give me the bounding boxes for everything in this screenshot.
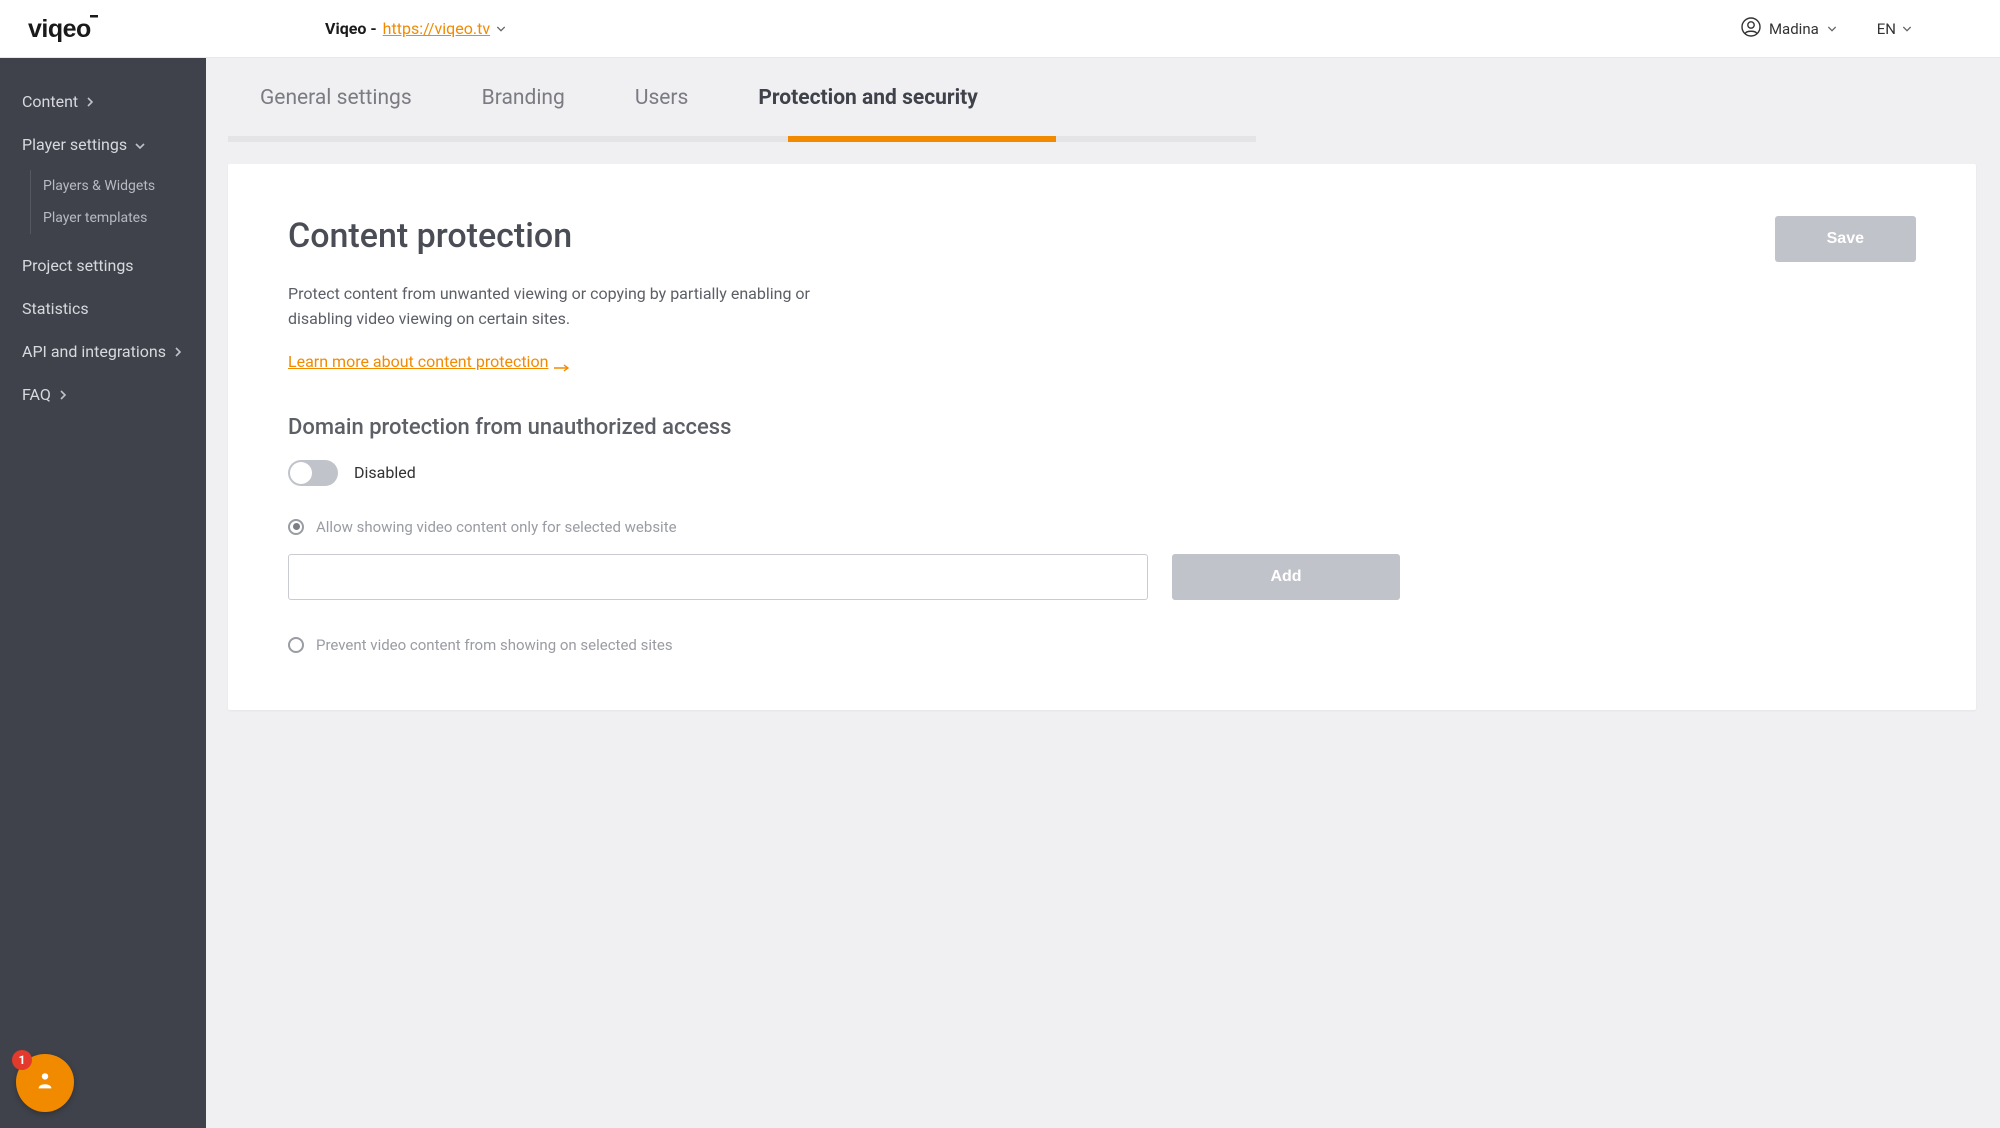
chevron-down-icon <box>1827 24 1837 34</box>
sidebar-item-label: Player settings <box>22 135 127 154</box>
language-label: EN <box>1877 20 1896 38</box>
user-icon <box>1741 17 1761 41</box>
chevron-right-icon <box>174 342 182 361</box>
page-description: Protect content from unwanted viewing or… <box>288 282 848 332</box>
chat-icon <box>34 1070 56 1096</box>
chevron-right-icon <box>59 385 67 404</box>
tab-active-indicator <box>788 136 1056 142</box>
sidebar-item-content[interactable]: Content <box>0 80 206 123</box>
sidebar-sub-player-templates[interactable]: Player templates <box>31 202 206 234</box>
sidebar-item-label: FAQ <box>22 385 51 404</box>
tab-branding[interactable]: Branding <box>482 86 565 136</box>
chevron-down-icon <box>135 135 145 154</box>
chat-badge-count: 1 <box>12 1050 32 1070</box>
tabs-row: General settings Branding Users Protecti… <box>206 58 2000 136</box>
tab-users[interactable]: Users <box>635 86 689 136</box>
svg-text:viqeo: viqeo <box>28 15 91 43</box>
project-prefix: Viqeo - <box>325 19 377 38</box>
radio-prevent-label: Prevent video content from showing on se… <box>316 636 673 654</box>
domain-input[interactable] <box>288 554 1148 600</box>
chevron-right-icon <box>86 92 94 111</box>
radio-allow-label: Allow showing video content only for sel… <box>316 518 677 536</box>
project-selector[interactable]: Viqeo - https://viqeo.tv <box>325 19 506 38</box>
settings-card: Content protection Save Protect content … <box>228 164 1976 710</box>
sidebar-item-label: Project settings <box>22 256 134 275</box>
radio-allow-selected[interactable] <box>288 519 304 535</box>
chevron-down-icon <box>496 24 506 34</box>
sidebar: Content Player settings Players & Widget… <box>0 58 206 1128</box>
radio-prevent-unselected[interactable] <box>288 637 304 653</box>
sidebar-item-project-settings[interactable]: Project settings <box>0 244 206 287</box>
arrow-right-icon <box>554 357 570 365</box>
language-selector[interactable]: EN <box>1877 20 1912 38</box>
tab-protection-security[interactable]: Protection and security <box>758 86 977 136</box>
learn-more-link[interactable]: Learn more about content protection <box>288 352 570 371</box>
sidebar-sub-players-widgets[interactable]: Players & Widgets <box>31 170 206 202</box>
project-url-link[interactable]: https://viqeo.tv <box>383 19 490 38</box>
sidebar-item-player-settings[interactable]: Player settings <box>0 123 206 166</box>
toggle-knob <box>290 462 312 484</box>
user-menu[interactable]: Madina <box>1741 17 1837 41</box>
user-name: Madina <box>1769 20 1819 38</box>
logo: viqeo <box>28 13 130 45</box>
tab-general-settings[interactable]: General settings <box>260 86 412 136</box>
sidebar-item-faq[interactable]: FAQ <box>0 373 206 416</box>
page-title: Content protection <box>288 216 572 256</box>
sidebar-item-statistics[interactable]: Statistics <box>0 287 206 330</box>
learn-more-label: Learn more about content protection <box>288 352 548 371</box>
tab-underline <box>228 136 1256 142</box>
sidebar-item-label: Statistics <box>22 299 89 318</box>
sidebar-item-label: API and integrations <box>22 342 166 361</box>
sidebar-item-api[interactable]: API and integrations <box>0 330 206 373</box>
save-button[interactable]: Save <box>1775 216 1916 262</box>
sidebar-sub-label: Player templates <box>43 210 147 226</box>
toggle-state-label: Disabled <box>354 463 416 482</box>
add-button[interactable]: Add <box>1172 554 1400 600</box>
sidebar-item-label: Content <box>22 92 78 111</box>
section-heading: Domain protection from unauthorized acce… <box>288 415 1916 440</box>
sidebar-sub-label: Players & Widgets <box>43 178 155 194</box>
chat-widget-button[interactable]: 1 <box>16 1054 74 1112</box>
chevron-down-icon <box>1902 24 1912 34</box>
domain-protection-toggle[interactable] <box>288 460 338 486</box>
